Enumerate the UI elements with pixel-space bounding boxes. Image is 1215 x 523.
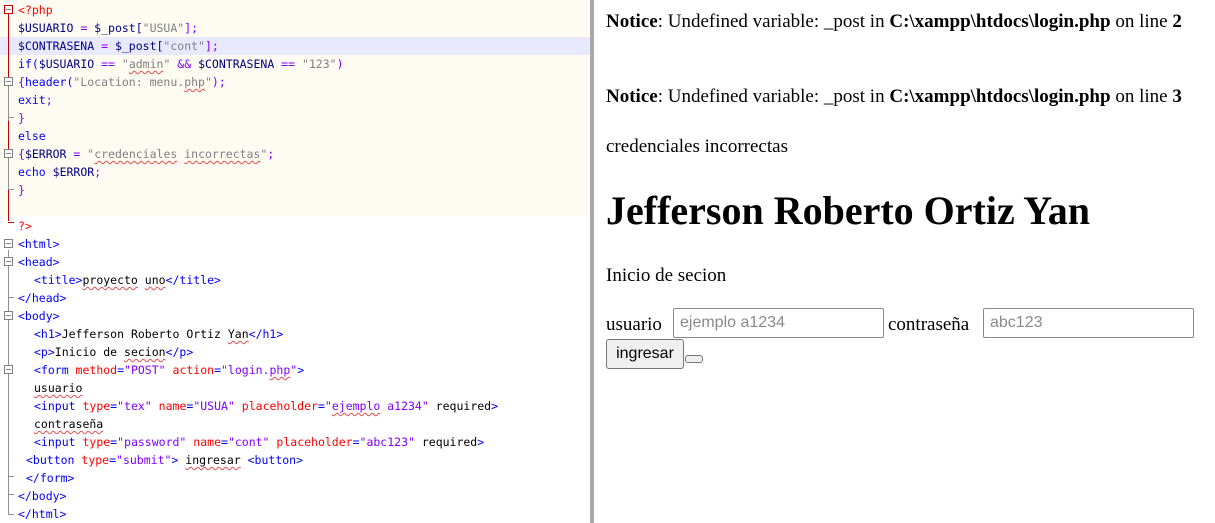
code-line-9: {$ERROR = "credenciales incorrectas"; xyxy=(0,145,590,163)
code-line-23: <input type="tex" name="USUA" placeholde… xyxy=(34,399,499,413)
empty-button[interactable] xyxy=(685,355,703,363)
code-line-24: contraseña xyxy=(34,417,104,431)
fold-toggle-icon[interactable] xyxy=(4,77,13,86)
browser-viewport: Notice: Undefined variable: _post in C:\… xyxy=(594,0,1215,523)
code-line-4: if($USUARIO == "admin" && $CONTRASENA ==… xyxy=(18,57,344,71)
code-line-19: <h1>Jefferson Roberto Ortiz Yan</h1> xyxy=(34,327,284,341)
error-message: credenciales incorrectas xyxy=(606,136,788,157)
code-line-17: </head> xyxy=(18,291,67,305)
code-line-18: <body> xyxy=(0,307,590,325)
code-line-27: </form> xyxy=(26,471,75,485)
fold-toggle-icon[interactable] xyxy=(4,311,13,320)
code-line-26: <button type="submit"> ingresar <button> xyxy=(26,453,304,467)
php-notice: Notice: Undefined variable: _post in C:\… xyxy=(606,11,1182,32)
username-label: usuario xyxy=(606,314,662,335)
code-line-10: echo $ERROR; xyxy=(18,165,102,179)
code-line-14: <html> xyxy=(0,235,590,253)
intro-text: Inicio de secion xyxy=(606,265,727,286)
fold-toggle-icon[interactable] xyxy=(4,149,13,158)
fold-toggle-icon[interactable] xyxy=(4,365,13,374)
password-label: contraseña xyxy=(888,314,970,335)
code-line-3: $CONTRASENA = $_post["cont"]; xyxy=(18,39,219,53)
password-input[interactable] xyxy=(983,308,1194,338)
code-line-15: <head> xyxy=(0,253,590,271)
page-heading: Jefferson Roberto Ortiz Yan xyxy=(606,188,1090,233)
username-input[interactable] xyxy=(673,308,884,338)
code-line-16: <title>proyecto uno</title> xyxy=(34,273,221,287)
fold-toggle-icon[interactable] xyxy=(4,239,13,248)
code-editor[interactable]: <?php $USUARIO = $_post["USUA"]; $CONTRA… xyxy=(0,0,590,523)
code-line-11: } xyxy=(18,183,25,197)
code-line-5: {header("Location: menu.php"); xyxy=(0,73,590,91)
code-line-22: usuario xyxy=(34,381,83,395)
code-line-6: exit; xyxy=(18,93,53,107)
php-notice: Notice: Undefined variable: _post in C:\… xyxy=(606,86,1182,107)
fold-toggle-icon[interactable] xyxy=(4,5,13,14)
code-line-8: else xyxy=(18,129,46,143)
code-line-21: <form method="POST" action="login.php"> xyxy=(0,361,590,379)
submit-button[interactable]: ingresar xyxy=(606,339,684,369)
code-line-20: <p>Inicio de secion</p> xyxy=(34,345,194,359)
code-line-13: ?> xyxy=(18,219,32,233)
code-line-29: </html> xyxy=(18,507,67,521)
code-line-1: <?php xyxy=(0,1,590,19)
code-line-7: } xyxy=(18,111,25,125)
code-line-25: <input type="password" name="cont" place… xyxy=(34,435,485,449)
code-line-28: </body> xyxy=(18,489,67,503)
code-line-2: $USUARIO = $_post["USUA"]; xyxy=(18,21,199,35)
fold-toggle-icon[interactable] xyxy=(4,257,13,266)
